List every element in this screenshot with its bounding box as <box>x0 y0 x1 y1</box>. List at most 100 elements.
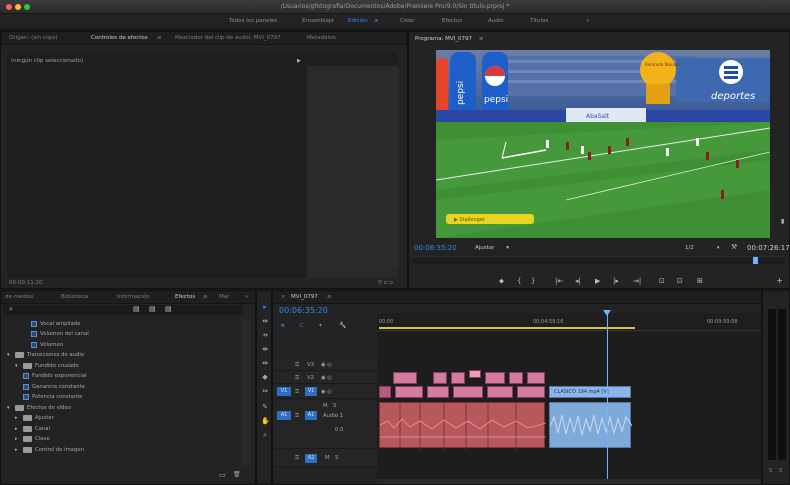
new-bin-icon[interactable]: ▭ <box>219 471 226 479</box>
tab-sequence[interactable]: MVI_0797 <box>291 294 318 300</box>
resolution-chevron-down-icon[interactable]: ▾ <box>717 245 720 251</box>
clip-v1-2[interactable] <box>395 386 423 398</box>
snap-icon[interactable]: ⩎ <box>281 322 284 330</box>
tab-audio-clip-mixer[interactable]: Mezclador del clip de audio: MVI_0797 <box>175 35 281 41</box>
effects-menu-icon[interactable]: ≡ <box>203 294 208 300</box>
program-timecode[interactable]: 00:06:35:20 <box>414 244 457 252</box>
work-area-bar[interactable] <box>379 327 635 329</box>
track-lock-icon[interactable]: ⚿ <box>295 362 299 369</box>
workspace-titles[interactable]: Títulos <box>530 18 548 24</box>
tab-metadata[interactable]: Metadatos <box>307 35 336 41</box>
step-forward-icon[interactable]: |▸ <box>613 277 619 285</box>
effects-tree-item[interactable]: Fundido exponencial <box>23 372 87 381</box>
selection-tool-icon[interactable]: ▸ <box>261 303 269 311</box>
source-patch-a1[interactable]: A1 <box>277 411 291 420</box>
play-only-icon[interactable]: ▶ <box>297 58 301 64</box>
program-tab[interactable]: Programa: MVI_0797 ≡ <box>415 36 483 42</box>
program-scrub-bar[interactable] <box>413 256 785 264</box>
program-video-frame[interactable]: pepsi pepsi Rentruda Novanar deportes Ab… <box>436 50 770 238</box>
pen-tool-icon[interactable]: ✎ <box>261 403 269 411</box>
effects-tree-item[interactable]: ▾ Transiciones de audio <box>7 351 84 360</box>
effects-tree-item[interactable]: ▸ Ajustar <box>15 414 54 423</box>
disclosure-closed-icon[interactable]: ▸ <box>15 436 20 442</box>
disclosure-closed-icon[interactable]: ▸ <box>15 447 20 453</box>
effects-tree-item[interactable]: Volumen del canal <box>31 330 89 339</box>
effects-tree-item[interactable]: Ganancia constante <box>23 382 85 391</box>
mark-in-icon[interactable]: { <box>517 277 521 285</box>
clip-v2-7[interactable] <box>527 372 545 384</box>
32bit-effects-icon[interactable]: ▤ <box>149 305 156 313</box>
effects-tree-item[interactable]: ▸ Clave <box>15 435 50 444</box>
ripple-edit-tool-icon[interactable]: ⇸ <box>261 331 269 339</box>
timeline-horizontal-scrollbar[interactable] <box>377 479 761 484</box>
effects-tree-item[interactable]: Vocal ampliado <box>31 319 80 328</box>
effect-controls-extra-icons[interactable]: ⚲ ⊏⊐ <box>378 280 393 286</box>
tab-libraries[interactable]: Biblioteca <box>61 294 88 300</box>
track-volume-value[interactable]: 0.0 <box>335 427 343 433</box>
track-select-tool-icon[interactable]: ⇹ <box>261 317 269 325</box>
disclosure-closed-icon[interactable]: ▸ <box>15 426 20 432</box>
source-patch-v1[interactable]: V1 <box>277 387 291 396</box>
clip-v1-4[interactable] <box>453 386 483 398</box>
meter-solo-left[interactable]: S <box>769 468 772 474</box>
time-ruler[interactable]: 00:00 00:04:59:16 00:09:59:08 <box>377 313 761 331</box>
track-lock-icon[interactable]: ⚿ <box>295 375 299 382</box>
zoom-tool-icon[interactable]: ⌕ <box>261 431 269 439</box>
timeline-playhead-handle-icon[interactable] <box>603 310 611 316</box>
effects-tree-item[interactable]: ▸ Control de imagen <box>15 445 84 454</box>
tab-media-browser[interactable]: de medios <box>5 294 34 300</box>
clip-v1-5[interactable] <box>487 386 513 398</box>
program-menu-icon[interactable]: ≡ <box>479 36 484 42</box>
go-to-out-icon[interactable]: ⇥| <box>633 277 641 285</box>
workspace-audio[interactable]: Audio <box>488 18 504 24</box>
resolution-dropdown[interactable]: 1/2 <box>685 245 694 251</box>
track-eye-icon[interactable]: ◉ ◎ <box>321 389 332 395</box>
timeline-timecode[interactable]: 00:06:35:20 <box>279 306 328 315</box>
tab-info[interactable]: Información <box>117 294 150 300</box>
effect-controls-scrollbar[interactable] <box>393 68 399 268</box>
extract-icon[interactable]: ⊡ <box>677 277 683 285</box>
accelerated-effects-icon[interactable]: ▤ <box>133 305 140 313</box>
track-target-a2[interactable]: A2 <box>305 454 317 463</box>
clip-v1-1[interactable] <box>379 386 391 398</box>
disclosure-open-icon[interactable]: ▾ <box>7 352 12 358</box>
workspace-menu-icon[interactable]: ≡ <box>374 18 379 24</box>
timeline-settings-icon[interactable]: 🔧 <box>339 322 346 329</box>
effects-search-field[interactable]: ⌕ ▤ ▤ ▤ <box>3 305 243 315</box>
solo-button-a2[interactable]: S <box>335 455 338 461</box>
clip-v1-6[interactable] <box>517 386 545 398</box>
clip-v2-2[interactable] <box>433 372 447 384</box>
tab-overflow[interactable]: » <box>245 294 248 300</box>
timeline-menu-icon[interactable]: ≡ <box>327 294 332 300</box>
workspace-color[interactable]: Color <box>400 18 414 24</box>
panel-menu-icon[interactable]: ≡ <box>157 35 162 41</box>
tab-source[interactable]: Origen: (sin clips) <box>9 35 57 41</box>
fit-dropdown[interactable]: Ajustar ▾ <box>475 245 509 251</box>
audio-clip-a1-selected[interactable] <box>549 402 633 448</box>
program-playhead-marker[interactable] <box>753 257 758 264</box>
yuv-effects-icon[interactable]: ▤ <box>165 305 172 313</box>
effects-tree-item[interactable]: Potencia constante <box>23 393 83 402</box>
mute-button-a2[interactable]: M <box>325 455 330 461</box>
razor-tool-icon[interactable]: ◆ <box>261 373 269 381</box>
workspace-editing[interactable]: Edición <box>348 18 368 24</box>
clip-v1-3[interactable] <box>427 386 449 398</box>
track-target-a1[interactable]: A1 <box>305 411 317 420</box>
add-marker-icon[interactable]: ⬥ <box>499 277 504 286</box>
effects-tree-item[interactable]: Volumen <box>31 340 63 349</box>
track-lock-icon[interactable]: ⚿ <box>295 455 299 462</box>
linked-selection-icon[interactable]: ⊂ <box>299 322 304 329</box>
clip-v2-5[interactable] <box>485 372 505 384</box>
timeline-close-icon[interactable]: × <box>281 294 286 300</box>
timeline-tracks-area[interactable]: CLASICO 194.mp4 [V] <box>377 310 761 480</box>
delete-trash-icon[interactable]: 🗑 <box>233 471 241 478</box>
clip-v2-4[interactable] <box>469 370 481 378</box>
tab-effect-controls[interactable]: Controles de efectos <box>91 35 148 41</box>
solo-button[interactable]: S <box>333 403 336 409</box>
track-eye-icon[interactable]: ◉ ◎ <box>321 362 332 368</box>
effects-scrollbar[interactable] <box>242 319 250 465</box>
clip-v2-1[interactable] <box>393 372 417 384</box>
mute-button[interactable]: M <box>323 403 328 409</box>
timeline-playhead[interactable] <box>607 312 608 480</box>
track-eye-icon[interactable]: ◉ ◎ <box>321 375 332 381</box>
